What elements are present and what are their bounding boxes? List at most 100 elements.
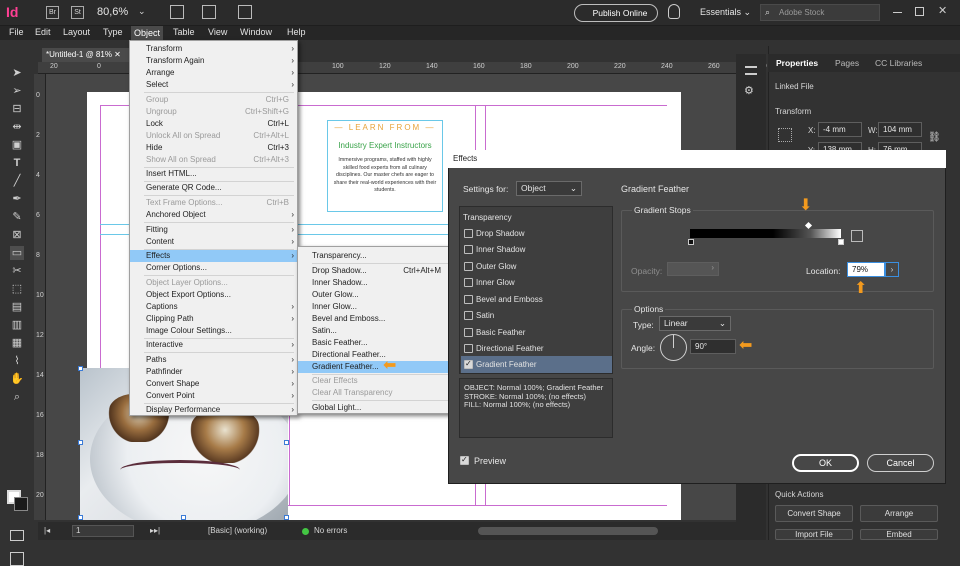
menu-item-select[interactable]: Select › bbox=[130, 79, 297, 91]
inner-shadow-checkbox[interactable] bbox=[464, 245, 473, 254]
stock-badge[interactable]: St bbox=[71, 6, 84, 19]
hamburger-menu-icon[interactable] bbox=[745, 66, 757, 75]
frame-handle[interactable] bbox=[78, 515, 83, 520]
screen-mode-icon[interactable] bbox=[202, 5, 216, 19]
gap-tool-icon[interactable]: ⇹ bbox=[10, 120, 24, 134]
tab-cc-libraries[interactable]: CC Libraries bbox=[875, 58, 922, 68]
gradient-feather-tool-icon[interactable]: ▥ bbox=[10, 318, 24, 332]
angle-dial[interactable] bbox=[660, 334, 687, 361]
menu-item-object-layer-options[interactable]: Object Layer Options... bbox=[130, 277, 297, 289]
menu-item-object-export-options[interactable]: Object Export Options... bbox=[130, 289, 297, 301]
arrange-button[interactable]: Arrange bbox=[860, 505, 938, 522]
scissors-icon[interactable]: ✂ bbox=[10, 264, 24, 278]
settings-for-dropdown[interactable]: Object ⌄ bbox=[516, 181, 582, 196]
submenu-item-clear-effects[interactable]: Clear Effects bbox=[298, 375, 449, 387]
menu-item-convert-shape[interactable]: Convert Shape › bbox=[130, 378, 297, 390]
pencil-tool-icon[interactable]: ✎ bbox=[10, 210, 24, 224]
gradient-feather-checkbox[interactable] bbox=[464, 359, 473, 369]
effect-gradient-feather[interactable]: Gradient Feather bbox=[476, 360, 536, 369]
angle-field[interactable]: 90° bbox=[690, 339, 736, 354]
submenu-item-outer-glow[interactable]: Outer Glow... bbox=[298, 289, 449, 301]
gradient-stop-left[interactable] bbox=[688, 239, 694, 245]
normal-mode-icon[interactable] bbox=[10, 530, 24, 541]
cancel-button[interactable]: Cancel bbox=[867, 454, 934, 472]
menu-item-unlock-all[interactable]: Unlock All on Spread Ctrl+Alt+L bbox=[130, 130, 297, 142]
import-file-button[interactable]: Import File bbox=[775, 529, 853, 540]
menu-item-corner-options[interactable]: Corner Options... bbox=[130, 262, 297, 274]
first-page-icon[interactable]: |◂ bbox=[44, 526, 50, 535]
submenu-item-inner-glow[interactable]: Inner Glow... bbox=[298, 301, 449, 313]
next-page-icon[interactable]: ▸▸| bbox=[150, 526, 160, 535]
menu-item-image-colour-settings[interactable]: Image Colour Settings... bbox=[130, 325, 297, 337]
content-collector-icon[interactable]: ▣ bbox=[10, 138, 24, 152]
tab-close-icon[interactable]: ✕ bbox=[114, 50, 121, 59]
preview-checkbox[interactable] bbox=[460, 455, 469, 465]
effect-drop-shadow[interactable]: Drop Shadow bbox=[476, 229, 524, 238]
type-tool-icon[interactable]: T bbox=[10, 156, 24, 170]
frame-handle[interactable] bbox=[284, 440, 289, 445]
submenu-item-drop-shadow[interactable]: Drop Shadow... Ctrl+Alt+M bbox=[298, 265, 449, 277]
free-transform-icon[interactable]: ⬚ bbox=[10, 282, 24, 296]
tab-pages[interactable]: Pages bbox=[835, 58, 859, 68]
menu-item-insert-html[interactable]: Insert HTML... bbox=[130, 168, 297, 180]
gradient-ramp[interactable] bbox=[690, 229, 841, 238]
page-number-field[interactable]: 1 bbox=[72, 525, 134, 537]
frame-handle[interactable] bbox=[181, 515, 186, 520]
drop-shadow-checkbox[interactable] bbox=[464, 229, 473, 238]
submenu-item-bevel-emboss[interactable]: Bevel and Emboss... bbox=[298, 313, 449, 325]
menu-item-anchored-object[interactable]: Anchored Object › bbox=[130, 209, 297, 221]
menu-item-lock[interactable]: Lock Ctrl+L bbox=[130, 118, 297, 130]
frame-handle[interactable] bbox=[284, 515, 289, 520]
zoom-chevron-icon[interactable]: ⌄ bbox=[138, 6, 146, 17]
menu-item-effects[interactable]: Effects › bbox=[130, 250, 297, 262]
publish-online-button[interactable]: Publish Online bbox=[574, 4, 658, 22]
horizontal-scrollbar[interactable] bbox=[478, 527, 658, 535]
satin-checkbox[interactable] bbox=[464, 311, 473, 320]
menu-item-ungroup[interactable]: Ungroup Ctrl+Shift+G bbox=[130, 106, 297, 118]
submenu-item-gradient-feather[interactable]: Gradient Feather... bbox=[298, 361, 449, 373]
menu-item-transform[interactable]: Transform › bbox=[130, 43, 297, 55]
outer-glow-checkbox[interactable] bbox=[464, 262, 473, 271]
menu-item-hide[interactable]: Hide Ctrl+3 bbox=[130, 142, 297, 154]
directional-feather-checkbox[interactable] bbox=[464, 344, 473, 353]
submenu-item-satin[interactable]: Satin... bbox=[298, 325, 449, 337]
menu-view[interactable]: View bbox=[208, 27, 227, 37]
preview-label[interactable]: Preview bbox=[474, 456, 506, 466]
effect-inner-glow[interactable]: Inner Glow bbox=[476, 278, 515, 287]
effect-bevel-emboss[interactable]: Bevel and Emboss bbox=[476, 295, 543, 304]
frame-handle[interactable] bbox=[78, 366, 83, 371]
opacity-field[interactable]: › bbox=[667, 262, 719, 276]
preview-mode-icon[interactable] bbox=[10, 552, 24, 566]
eyedropper-icon[interactable]: ⌇ bbox=[10, 354, 24, 368]
menu-item-interactive[interactable]: Interactive › bbox=[130, 339, 297, 351]
constrain-link-icon[interactable]: ⛓ bbox=[928, 132, 941, 143]
workspace-switcher[interactable]: Essentials ⌄ bbox=[700, 7, 751, 18]
effect-satin[interactable]: Satin bbox=[476, 311, 494, 320]
menu-item-content[interactable]: Content › bbox=[130, 236, 297, 248]
menu-window[interactable]: Window bbox=[240, 27, 272, 37]
submenu-item-clear-all-transparency[interactable]: Clear All Transparency bbox=[298, 387, 449, 399]
menu-item-text-frame-options[interactable]: Text Frame Options... Ctrl+B bbox=[130, 197, 297, 209]
menu-item-group[interactable]: Group Ctrl+G bbox=[130, 94, 297, 106]
gradient-stop-right[interactable] bbox=[838, 239, 844, 245]
stroke-swatch-icon[interactable] bbox=[14, 497, 28, 511]
selection-tool-icon[interactable]: ➤ bbox=[10, 66, 24, 80]
menu-table[interactable]: Table bbox=[173, 27, 195, 37]
submenu-item-basic-feather[interactable]: Basic Feather... bbox=[298, 337, 449, 349]
menu-edit[interactable]: Edit bbox=[35, 27, 51, 37]
rectangle-tool-icon[interactable]: ▭ bbox=[10, 246, 24, 260]
effect-basic-feather[interactable]: Basic Feather bbox=[476, 328, 525, 337]
links-icon[interactable]: ⚙ bbox=[744, 84, 754, 97]
line-tool-icon[interactable]: ╱ bbox=[10, 174, 24, 188]
frame-handle[interactable] bbox=[78, 440, 83, 445]
reference-point-icon[interactable] bbox=[778, 128, 792, 142]
effect-inner-shadow[interactable]: Inner Shadow bbox=[476, 245, 525, 254]
rectangle-frame-icon[interactable]: ⊠ bbox=[10, 228, 24, 242]
menu-item-generate-qr[interactable]: Generate QR Code... bbox=[130, 182, 297, 194]
lightbulb-icon[interactable] bbox=[668, 4, 680, 19]
menu-item-show-all[interactable]: Show All on Spread Ctrl+Alt+3 bbox=[130, 154, 297, 166]
maximize-icon[interactable] bbox=[915, 7, 924, 16]
type-dropdown[interactable]: Linear ⌄ bbox=[659, 316, 731, 331]
menu-file[interactable]: File bbox=[9, 27, 24, 37]
pen-tool-icon[interactable]: ✒ bbox=[10, 192, 24, 206]
